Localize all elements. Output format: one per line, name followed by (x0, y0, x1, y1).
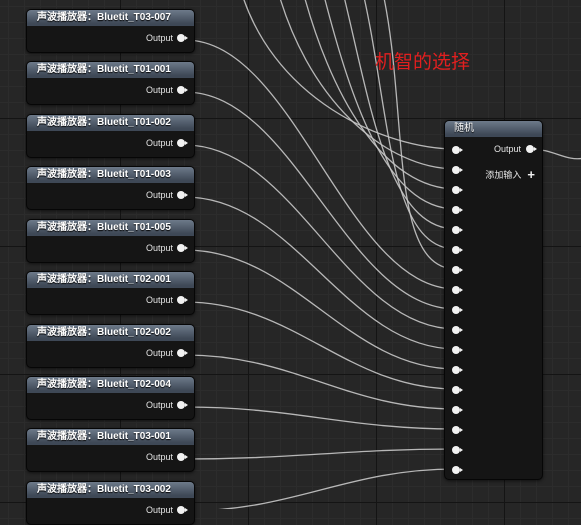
output-pin-row[interactable]: Output (145, 397, 188, 413)
input-pin-icon[interactable] (452, 406, 463, 414)
node-title[interactable]: 声波播放器：Bluetit_T03-002 (27, 482, 194, 498)
random-output-pin-icon[interactable] (526, 145, 537, 153)
output-pin-row[interactable]: Output (145, 30, 188, 46)
connection-wire (184, 196, 457, 350)
connection-wire (304, 0, 457, 190)
output-label: Output (145, 190, 173, 200)
output-label: Output (145, 33, 173, 43)
output-pin-icon[interactable] (177, 401, 188, 409)
input-pin-icon[interactable] (452, 306, 463, 314)
output-pin-icon[interactable] (177, 349, 188, 357)
output-pin-icon[interactable] (177, 86, 188, 94)
sound-node[interactable]: 声波播放器：Bluetit_T03-002 Output (26, 481, 195, 525)
sound-node[interactable]: 声波播放器：Bluetit_T02-001 Output (26, 271, 195, 315)
output-pin-row[interactable]: Output (145, 135, 188, 151)
sound-node[interactable]: 声波播放器：Bluetit_T01-001 Output (26, 61, 195, 105)
connection-wire (279, 0, 457, 170)
add-input-button[interactable]: 添加输入 + (485, 168, 535, 181)
output-label: Output (145, 243, 173, 253)
annotation-text: 机智的选择 (375, 51, 471, 73)
output-pin-icon[interactable] (177, 453, 188, 461)
sound-node[interactable]: 声波播放器：Bluetit_T02-002 Output (26, 324, 195, 368)
input-pin-icon[interactable] (452, 266, 463, 274)
input-pin-icon[interactable] (452, 466, 463, 474)
input-pin-icon[interactable] (452, 386, 463, 394)
connection-wire (184, 249, 457, 370)
output-pin-icon[interactable] (177, 139, 188, 147)
connection-wire (184, 354, 457, 410)
add-input-label: 添加输入 (485, 170, 522, 180)
input-pin-icon[interactable] (452, 366, 463, 374)
output-pin-row[interactable]: Output (145, 449, 188, 465)
connection-wire (184, 448, 457, 460)
output-label: Output (145, 452, 173, 462)
output-label: Output (145, 295, 173, 305)
node-title[interactable]: 声波播放器：Bluetit_T01-002 (27, 115, 194, 131)
random-output-pin-row[interactable]: Output (493, 144, 537, 154)
plus-icon[interactable]: + (527, 168, 535, 181)
connection-wire (184, 144, 457, 330)
output-pin-row[interactable]: Output (145, 292, 188, 308)
input-pin-icon[interactable] (452, 346, 463, 354)
connection-wire (217, 468, 457, 509)
output-pin-row[interactable]: Output (145, 240, 188, 256)
output-pin-icon[interactable] (177, 506, 188, 514)
input-pin-icon[interactable] (452, 246, 463, 254)
random-output-label: Output (493, 144, 521, 154)
input-pin-icon[interactable] (452, 426, 463, 434)
input-pin-icon[interactable] (452, 186, 463, 194)
input-pin-icon[interactable] (452, 286, 463, 294)
sound-node[interactable]: 声波播放器：Bluetit_T03-007 Output (26, 9, 195, 53)
input-pin-icon[interactable] (452, 326, 463, 334)
connection-wire (324, 0, 457, 210)
sound-node[interactable]: 声波播放器：Bluetit_T01-003 Output (26, 166, 195, 210)
output-pin-icon[interactable] (177, 244, 188, 252)
node-title[interactable]: 声波播放器：Bluetit_T03-001 (27, 429, 194, 445)
output-pin-row[interactable]: Output (145, 502, 188, 518)
connection-wire (363, 0, 457, 250)
output-label: Output (145, 400, 173, 410)
output-pin-row[interactable]: Output (145, 82, 188, 98)
node-title[interactable]: 声波播放器：Bluetit_T02-004 (27, 377, 194, 393)
sound-node[interactable]: 声波播放器：Bluetit_T03-001 Output (26, 428, 195, 472)
node-title[interactable]: 声波播放器：Bluetit_T02-002 (27, 325, 194, 341)
node-title[interactable]: 声波播放器：Bluetit_T03-007 (27, 10, 194, 26)
node-title[interactable]: 声波播放器：Bluetit_T02-001 (27, 272, 194, 288)
output-label: Output (145, 138, 173, 148)
output-pin-row[interactable]: Output (145, 187, 188, 203)
connection-wire (184, 406, 457, 430)
connection-wire (243, 0, 457, 150)
output-label: Output (145, 85, 173, 95)
output-pin-row[interactable]: Output (145, 345, 188, 361)
connection-wire (184, 91, 457, 310)
output-label: Output (145, 505, 173, 515)
connection-wire (344, 0, 457, 230)
output-pin-icon[interactable] (177, 296, 188, 304)
input-pin-icon[interactable] (452, 166, 463, 174)
sound-node[interactable]: 声波播放器：Bluetit_T01-005 Output (26, 219, 195, 263)
node-title[interactable]: 声波播放器：Bluetit_T01-003 (27, 167, 194, 183)
input-pin-icon[interactable] (452, 446, 463, 454)
connection-wire (184, 301, 457, 390)
input-pin-icon[interactable] (452, 146, 463, 154)
input-pin-icon[interactable] (452, 226, 463, 234)
random-node-title[interactable]: 随机 (445, 121, 542, 137)
node-title[interactable]: 声波播放器：Bluetit_T01-001 (27, 62, 194, 78)
sound-node[interactable]: 声波播放器：Bluetit_T02-004 Output (26, 376, 195, 420)
connection-wire (184, 39, 457, 290)
input-pin-icon[interactable] (452, 206, 463, 214)
output-pin-icon[interactable] (177, 191, 188, 199)
output-pin-icon[interactable] (177, 34, 188, 42)
node-title[interactable]: 声波播放器：Bluetit_T01-005 (27, 220, 194, 236)
sound-node[interactable]: 声波播放器：Bluetit_T01-002 Output (26, 114, 195, 158)
random-node[interactable]: 随机 Output 添加输入 + (444, 120, 543, 480)
output-label: Output (145, 348, 173, 358)
